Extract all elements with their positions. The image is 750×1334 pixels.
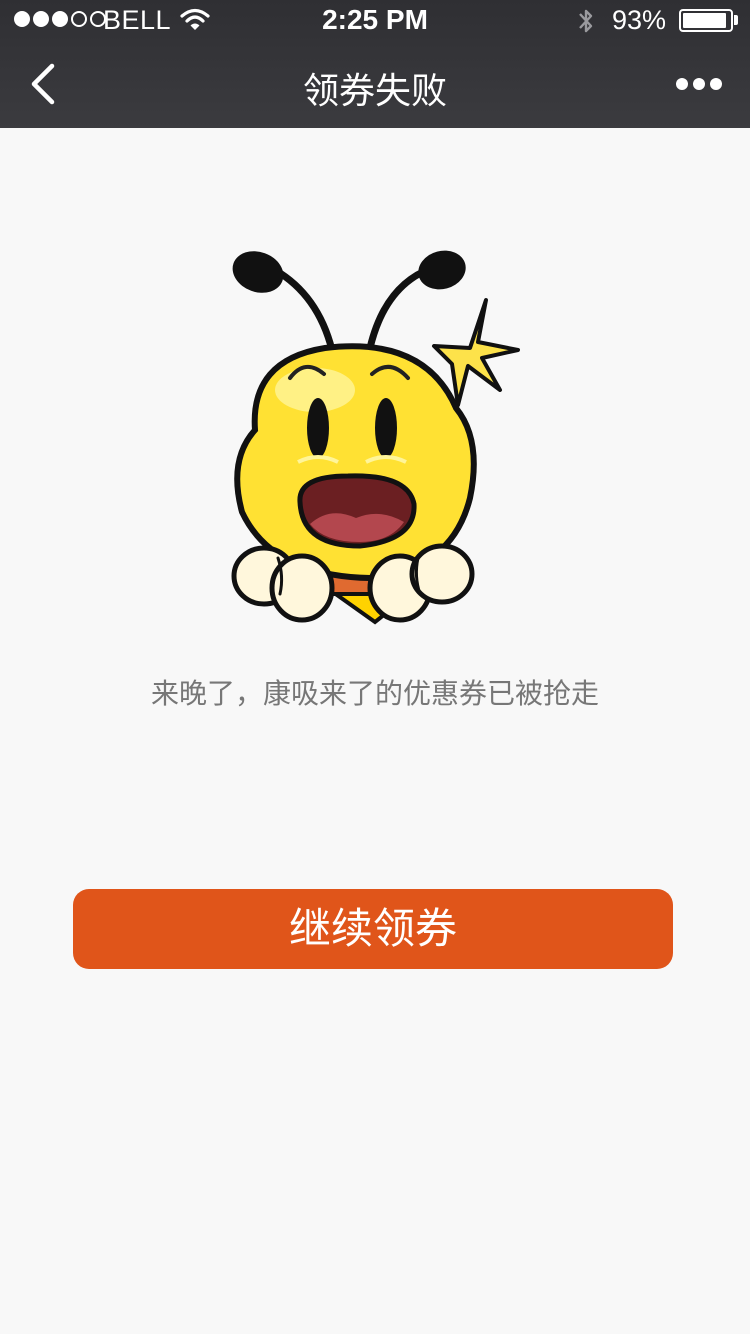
battery-percent: 93% <box>612 5 667 35</box>
bee-mascot-illustration <box>231 250 520 625</box>
battery-icon <box>679 9 733 32</box>
screen: BELL 2:25 PM 93% 领券失败 来晚了，康吸来了的优惠券已被抢走 继… <box>0 0 750 1334</box>
more-dots-icon <box>676 78 722 90</box>
page-title: 领券失败 <box>302 70 447 111</box>
bluetooth-icon <box>579 9 593 33</box>
top-bar: BELL 2:25 PM 93% 领券失败 <box>0 0 750 128</box>
battery-level-fill <box>683 13 726 28</box>
status-bar: BELL 2:25 PM 93% <box>0 0 750 40</box>
battery-tip <box>734 15 738 25</box>
continue-claim-button[interactable]: 继续领券 <box>73 889 673 969</box>
nav-bar: 领券失败 <box>0 40 750 128</box>
more-button[interactable] <box>668 66 730 102</box>
coupon-failed-message: 来晚了，康吸来了的优惠券已被抢走 <box>150 678 599 709</box>
